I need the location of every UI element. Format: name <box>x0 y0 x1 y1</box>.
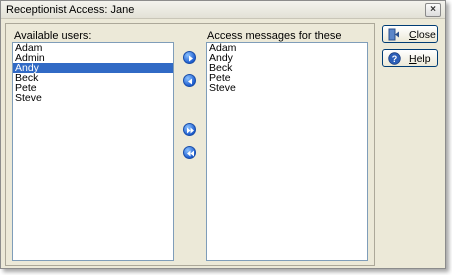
exit-door-icon <box>388 28 399 41</box>
available-users-label: Available users: <box>14 30 92 42</box>
double-arrow-left-icon <box>187 150 194 157</box>
help-icon: ? <box>388 52 401 65</box>
help-button[interactable]: ? Help <box>382 49 438 67</box>
help-button-label: Help <box>409 53 431 65</box>
add-arrow-button[interactable] <box>183 51 196 64</box>
svg-text:?: ? <box>392 54 398 64</box>
available-users-list[interactable]: Adam Admin Andy Beck Pete Steve <box>12 42 174 261</box>
remove-all-arrow-button[interactable] <box>183 146 196 159</box>
dialog-window: Receptionist Access: Jane × Available us… <box>0 0 446 269</box>
remove-arrow-button[interactable] <box>183 74 196 87</box>
close-button[interactable]: Close <box>382 25 438 43</box>
double-arrow-right-icon <box>187 127 194 134</box>
window-title: Receptionist Access: Jane <box>6 4 135 16</box>
add-all-arrow-button[interactable] <box>183 123 196 136</box>
access-users-list[interactable]: Adam Andy Beck Pete Steve <box>206 42 368 261</box>
close-button-label: Close <box>409 29 436 41</box>
arrow-right-icon <box>189 55 193 62</box>
window-close-button[interactable]: × <box>425 3 441 17</box>
title-bar: Receptionist Access: Jane × <box>1 1 445 19</box>
arrow-left-icon <box>188 78 192 85</box>
access-item[interactable]: Steve <box>207 83 367 94</box>
access-item[interactable]: Beck <box>207 63 367 74</box>
close-icon: × <box>430 4 436 15</box>
users-panel: Available users: Adam Admin Andy Beck Pete St… <box>5 23 375 266</box>
available-item[interactable]: Beck <box>13 73 173 84</box>
available-item[interactable]: Steve <box>13 93 173 104</box>
